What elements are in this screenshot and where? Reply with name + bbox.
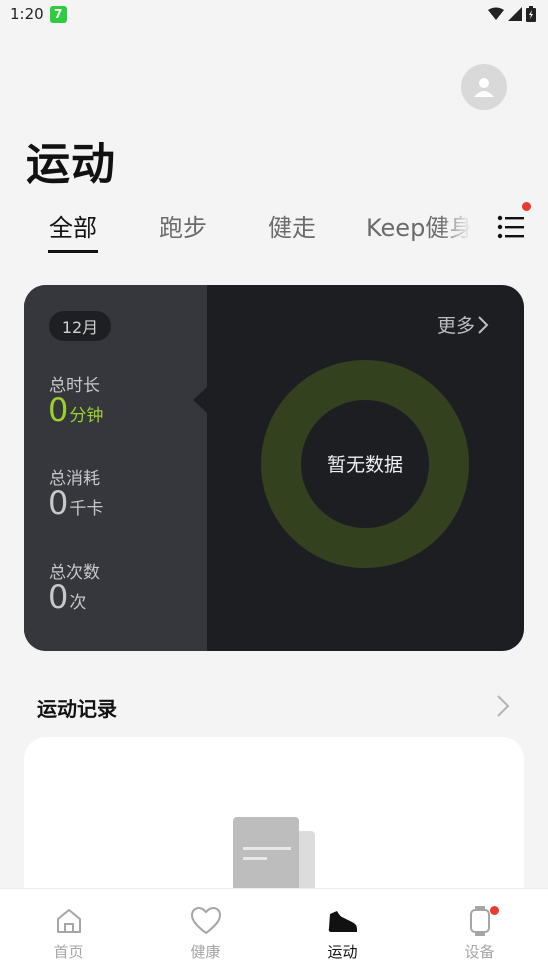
month-selector[interactable]: 12月 [49,311,111,341]
battery-icon [526,6,536,22]
home-icon [56,909,81,933]
device-notification-dot [489,906,499,915]
nav-sport[interactable]: 运动 [274,889,411,974]
nav-health[interactable]: 健康 [137,889,274,974]
active-tab-indicator [48,250,98,253]
signal-icon [508,7,522,21]
duration-unit: 分钟 [69,406,104,426]
more-link[interactable]: 更多 [437,311,489,338]
nav-home[interactable]: 首页 [0,889,137,974]
records-title: 运动记录 [37,697,117,721]
app-notification-icon: 7 [49,5,67,23]
nav-health-label: 健康 [190,943,221,961]
nav-home-label: 首页 [53,943,84,961]
status-left: 1:20 7 [10,5,67,23]
user-icon [474,78,494,97]
count-unit: 次 [69,593,87,613]
no-data-text: 暂无数据 [326,454,403,476]
stats-summary-panel: 12月 总时长 0 分钟 总消耗 0 千卡 总次数 0 次 [24,285,208,651]
calories-number: 0 [48,484,69,522]
tab-fade-overlay [440,200,484,260]
nav-device-icon-wrap [468,905,499,937]
empty-document-icon [233,817,315,897]
list-menu-icon [497,215,524,239]
nav-device-label: 设备 [464,943,495,961]
status-right [488,6,536,22]
tab-bar: 全部 跑步 健走 Keep健身 [0,200,548,260]
wifi-icon [488,7,504,20]
count-number: 0 [48,578,69,616]
sport-menu-button[interactable] [494,202,531,242]
more-label: 更多 [437,315,476,337]
panel-pointer [193,386,208,414]
status-time: 1:20 [10,5,44,23]
tab-running[interactable]: 跑步 [159,208,207,243]
calories-unit: 千卡 [69,499,104,519]
page-title: 运动 [26,139,116,190]
status-bar: 1:20 7 [0,0,548,28]
nav-home-icon-wrap [54,905,84,937]
nav-sport-icon-wrap [327,905,359,937]
nav-sport-label: 运动 [327,943,358,961]
watch-icon [469,906,490,936]
duration-number: 0 [48,391,69,429]
monthly-stats-card[interactable]: 12月 总时长 0 分钟 总消耗 0 千卡 总次数 0 次 更多 暂无数据 [24,285,524,651]
heart-icon [190,906,221,935]
chevron-right-icon [478,315,489,334]
shoe-icon [328,911,357,932]
bottom-navigation: 首页 健康 运动 设备 [0,888,548,974]
avatar[interactable] [461,64,507,110]
duration-value: 0 分钟 [48,391,103,429]
nav-health-icon-wrap [190,905,222,937]
tab-all[interactable]: 全部 [49,208,97,243]
nav-device[interactable]: 设备 [411,889,548,974]
calories-value: 0 千卡 [48,484,103,522]
tab-walking[interactable]: 健走 [268,208,316,243]
records-chevron-icon[interactable] [496,694,510,718]
menu-notification-dot [522,202,531,211]
count-value: 0 次 [48,578,86,616]
